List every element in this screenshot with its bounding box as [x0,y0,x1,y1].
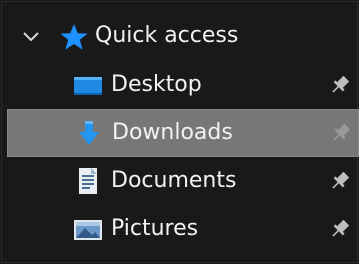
downloads-folder-icon [79,121,99,145]
pin-icon[interactable] [329,218,351,240]
pin-icon[interactable] [329,170,351,192]
desktop-folder-icon [74,77,102,95]
quick-access-label: Quick access [95,23,239,48]
star-icon [60,24,88,50]
nav-item-desktop[interactable]: Desktop [7,62,359,110]
pictures-folder-icon [74,220,102,240]
nav-item-label: Desktop [111,72,202,97]
nav-item-downloads[interactable]: Downloads [7,109,359,157]
chevron-down-icon[interactable] [21,27,41,47]
nav-item-documents[interactable]: Documents [7,158,359,206]
documents-folder-icon [79,168,97,194]
nav-item-label: Downloads [112,120,233,145]
nav-item-label: Documents [111,168,237,193]
navigation-pane: Quick access Desktop Downloads Documents… [0,0,359,264]
pin-icon[interactable] [330,122,352,144]
nav-item-pictures[interactable]: Pictures [7,206,359,254]
nav-item-label: Pictures [111,216,199,241]
pin-icon[interactable] [329,74,351,96]
quick-access-node[interactable]: Quick access [7,14,359,62]
